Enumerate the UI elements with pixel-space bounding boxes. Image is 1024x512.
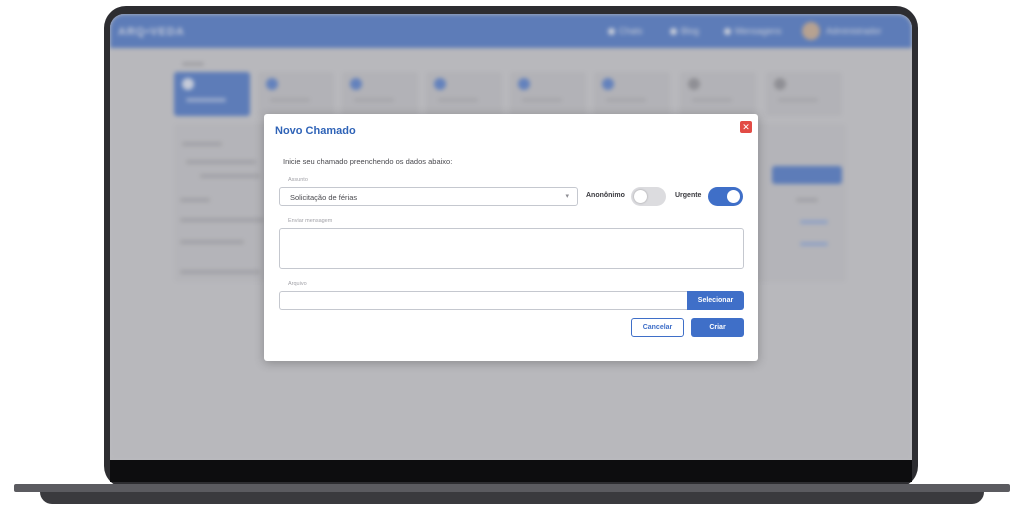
subject-label: Assunto [288, 177, 308, 183]
subject-select[interactable]: Solicitação de férias ▾ [279, 187, 578, 206]
urgent-label: Urgente [675, 192, 702, 199]
toggle-knob [634, 190, 647, 203]
message-label: Enviar mensagem [288, 218, 333, 224]
new-ticket-modal: Novo Chamado ✕ Inicie seu chamado preenc… [264, 114, 758, 361]
laptop-base [14, 484, 1010, 492]
anonymous-label: Anonônimo [586, 192, 625, 199]
create-button[interactable]: Criar [691, 318, 744, 337]
chevron-down-icon: ▾ [565, 193, 569, 200]
select-file-button[interactable]: Selecionar [687, 291, 744, 310]
anonymous-toggle[interactable] [631, 187, 666, 206]
laptop-screen: ARQ•VEDA Chats Blog Mensagens Administra… [110, 14, 912, 460]
toggle-knob [727, 190, 740, 203]
subject-select-value: Solicitação de férias [290, 193, 358, 202]
urgent-toggle[interactable] [708, 187, 743, 206]
close-icon[interactable]: ✕ [740, 121, 752, 133]
files-label: Arquivo [288, 281, 307, 287]
file-input[interactable] [279, 291, 688, 310]
modal-intro-text: Inicie seu chamado preenchendo os dados … [283, 157, 453, 166]
cancel-button[interactable]: Cancelar [631, 318, 684, 337]
laptop-base-shadow [40, 492, 984, 504]
modal-title: Novo Chamado [275, 125, 356, 137]
screen-bottom-bezel [110, 460, 912, 482]
message-textarea[interactable] [279, 228, 744, 269]
